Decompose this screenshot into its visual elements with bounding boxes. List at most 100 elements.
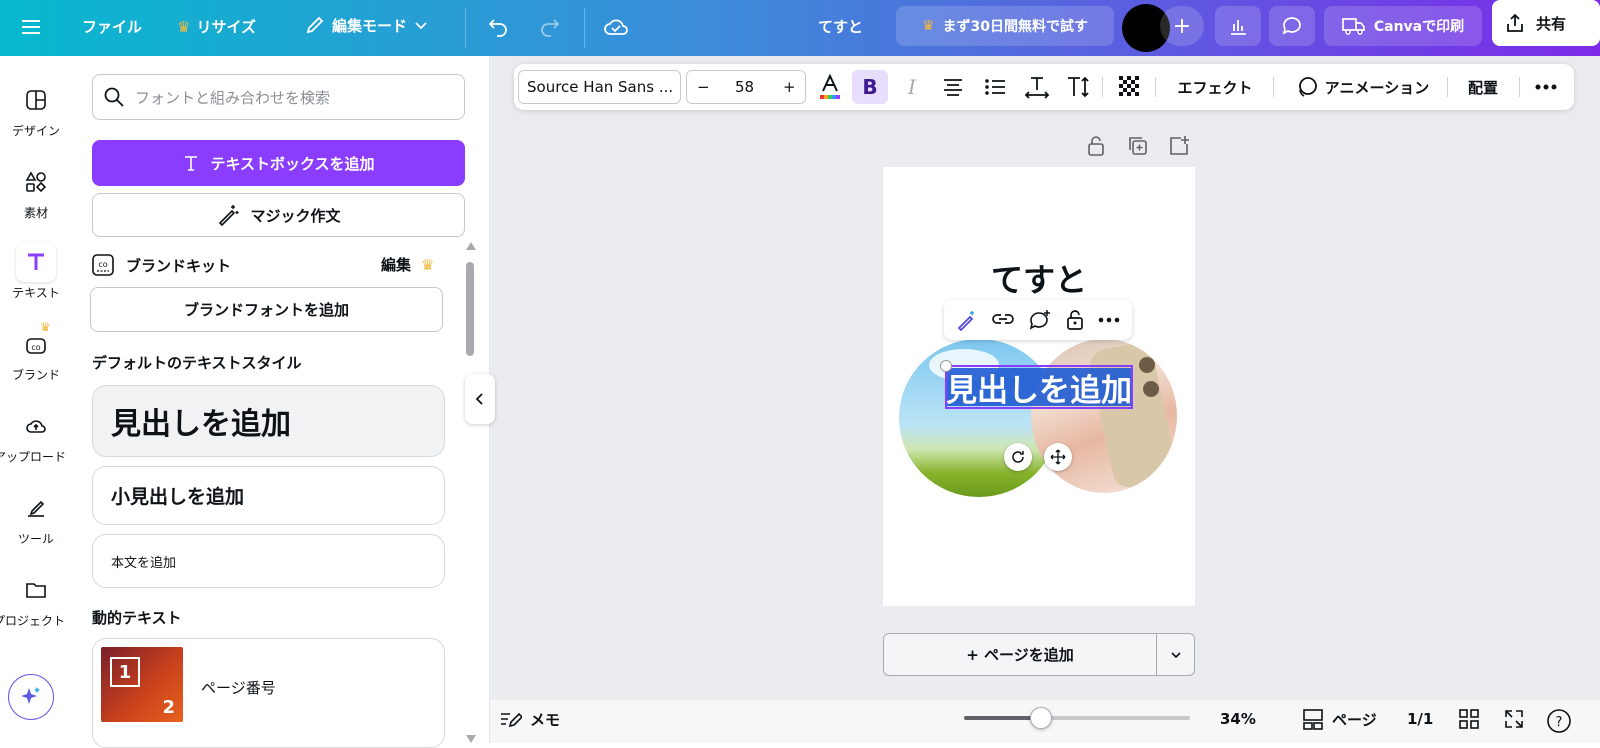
side-rail: デザイン 素材 テキスト co ♛ ブランド アップロード ツール プロジェクト (0, 56, 72, 743)
resize-handle[interactable] (940, 360, 952, 372)
pages-button[interactable]: ページ (1302, 708, 1377, 730)
magic-edit-icon[interactable] (956, 309, 978, 331)
add-brand-font-button[interactable]: ブランドフォントを追加 (90, 287, 443, 332)
resize-button[interactable]: ♛ リサイズ (177, 16, 256, 37)
doc-title[interactable]: てすと (818, 16, 863, 37)
zoom-slider[interactable] (964, 707, 1190, 729)
scroll-thumb[interactable] (466, 262, 474, 356)
more-options-icon[interactable] (1528, 64, 1564, 110)
animation-button[interactable]: アニメーション (1286, 64, 1438, 110)
magic-write-button[interactable]: マジック作文 (92, 193, 465, 237)
font-size-increase[interactable]: + (783, 78, 796, 96)
scroll-up-arrow[interactable] (466, 242, 476, 250)
add-body-text-card[interactable]: 本文を追加 (92, 534, 445, 588)
shapes-icon (16, 162, 56, 202)
zoom-level[interactable]: 34% (1220, 710, 1256, 728)
insights-button[interactable] (1215, 6, 1261, 46)
divider (1519, 77, 1520, 97)
align-center-button[interactable] (936, 64, 970, 110)
text-color-button[interactable] (814, 64, 846, 110)
add-textbox-button[interactable]: テキストボックスを追加 (92, 140, 465, 186)
text-size-icon (1068, 76, 1089, 98)
canvas-title-text[interactable]: てすと (883, 255, 1195, 301)
text-size-button[interactable] (1062, 64, 1096, 110)
add-heading-card[interactable]: 見出しを追加 (92, 385, 445, 457)
divider (1102, 77, 1103, 97)
add-page-bar: + ページを追加 (883, 633, 1195, 676)
collapse-panel-button[interactable] (465, 374, 495, 424)
rail-item-elements[interactable]: 素材 (0, 162, 72, 221)
divider (1273, 77, 1274, 97)
cloud-saved-button[interactable] (603, 14, 629, 40)
effects-button[interactable]: エフェクト (1166, 64, 1264, 110)
text-icon (185, 156, 198, 171)
link-icon[interactable] (991, 309, 1015, 331)
undo-button[interactable] (486, 15, 510, 39)
trial-button[interactable]: ♛ まず30日間無料で試す (896, 6, 1114, 46)
lock-icon[interactable] (1065, 309, 1085, 331)
rail-item-uploads[interactable]: アップロード (0, 406, 72, 465)
selected-heading-text[interactable]: 見出しを追加 (945, 365, 1133, 409)
add-page-options-button[interactable] (1157, 634, 1195, 675)
rotate-icon (1012, 451, 1024, 463)
rail-item-design[interactable]: デザイン (0, 80, 72, 139)
font-size-decrease[interactable]: − (697, 78, 710, 96)
camera-lens-shape (1139, 357, 1155, 373)
list-button[interactable] (978, 64, 1012, 110)
position-button[interactable]: 配置 (1458, 64, 1508, 110)
pages-icon (1303, 709, 1323, 730)
rail-item-tools[interactable]: ツール (0, 488, 72, 547)
text-panel: フォントと組み合わせを検索 テキストボックスを追加 マジック作文 co ブランド… (72, 56, 490, 748)
transparency-button[interactable] (1114, 64, 1146, 110)
add-page-icon[interactable] (1168, 135, 1190, 161)
rail-item-text[interactable]: テキスト (0, 242, 72, 301)
rail-item-brand[interactable]: co ♛ ブランド (0, 320, 72, 383)
rail-item-projects[interactable]: プロジェクト (0, 570, 72, 629)
invite-button[interactable]: + (1160, 6, 1204, 46)
duplicate-page-icon[interactable] (1127, 135, 1149, 161)
help-icon[interactable]: ? (1546, 708, 1600, 738)
page-number-card[interactable]: 1 2 ページ番号 (92, 638, 445, 748)
animation-icon (1298, 77, 1317, 97)
text-color-icon (820, 73, 840, 99)
comment-button[interactable] (1269, 6, 1315, 46)
print-button[interactable]: Canvaで印刷 (1324, 6, 1482, 46)
bold-button[interactable]: B (852, 70, 888, 104)
font-size-input[interactable]: 58 (735, 78, 754, 96)
letter-spacing-icon (1024, 77, 1050, 99)
add-comment-icon[interactable] (1028, 309, 1052, 331)
font-family-select[interactable]: Source Han Sans ... (518, 70, 681, 104)
redo-button[interactable] (538, 15, 562, 39)
rotate-handle[interactable] (1004, 443, 1032, 471)
page-number-thumb-box: 1 (110, 657, 140, 687)
fullscreen-icon[interactable] (1503, 708, 1525, 734)
edit-mode-button[interactable]: 編集モード (304, 14, 429, 36)
element-quick-toolbar (944, 300, 1132, 340)
search-icon (104, 87, 124, 107)
add-page-button[interactable]: + ページを追加 (884, 634, 1156, 675)
text-icon (16, 242, 56, 282)
italic-button[interactable]: I (896, 64, 928, 110)
notes-button[interactable]: メモ (498, 708, 560, 730)
file-menu-button[interactable]: ファイル (82, 16, 142, 37)
bullet-list-icon (985, 79, 1005, 95)
lock-page-icon[interactable] (1086, 135, 1106, 161)
svg-text:?: ? (1556, 715, 1563, 730)
magic-wand-icon (219, 205, 239, 227)
letter-spacing-button[interactable] (1020, 64, 1054, 110)
zoom-slider-thumb[interactable] (1030, 707, 1052, 729)
chevron-down-icon (415, 22, 427, 30)
scroll-down-arrow[interactable] (466, 735, 476, 743)
more-options-icon[interactable] (1098, 317, 1120, 323)
grid-view-icon[interactable] (1458, 708, 1480, 734)
menu-icon[interactable] (20, 16, 42, 38)
add-subheading-card[interactable]: 小見出しを追加 (92, 466, 445, 525)
design-page[interactable]: てすと 見出しを追加 (883, 167, 1195, 606)
magic-assistant-button[interactable] (8, 674, 54, 720)
brand-kit-edit-link[interactable]: 編集 ♛ (381, 254, 434, 275)
brand-kit-header: co ブランドキット (92, 254, 231, 276)
font-search-input[interactable]: フォントと組み合わせを検索 (92, 74, 465, 120)
move-handle[interactable] (1044, 443, 1072, 471)
divider (1155, 77, 1156, 97)
share-button[interactable]: 共有 (1492, 0, 1600, 46)
